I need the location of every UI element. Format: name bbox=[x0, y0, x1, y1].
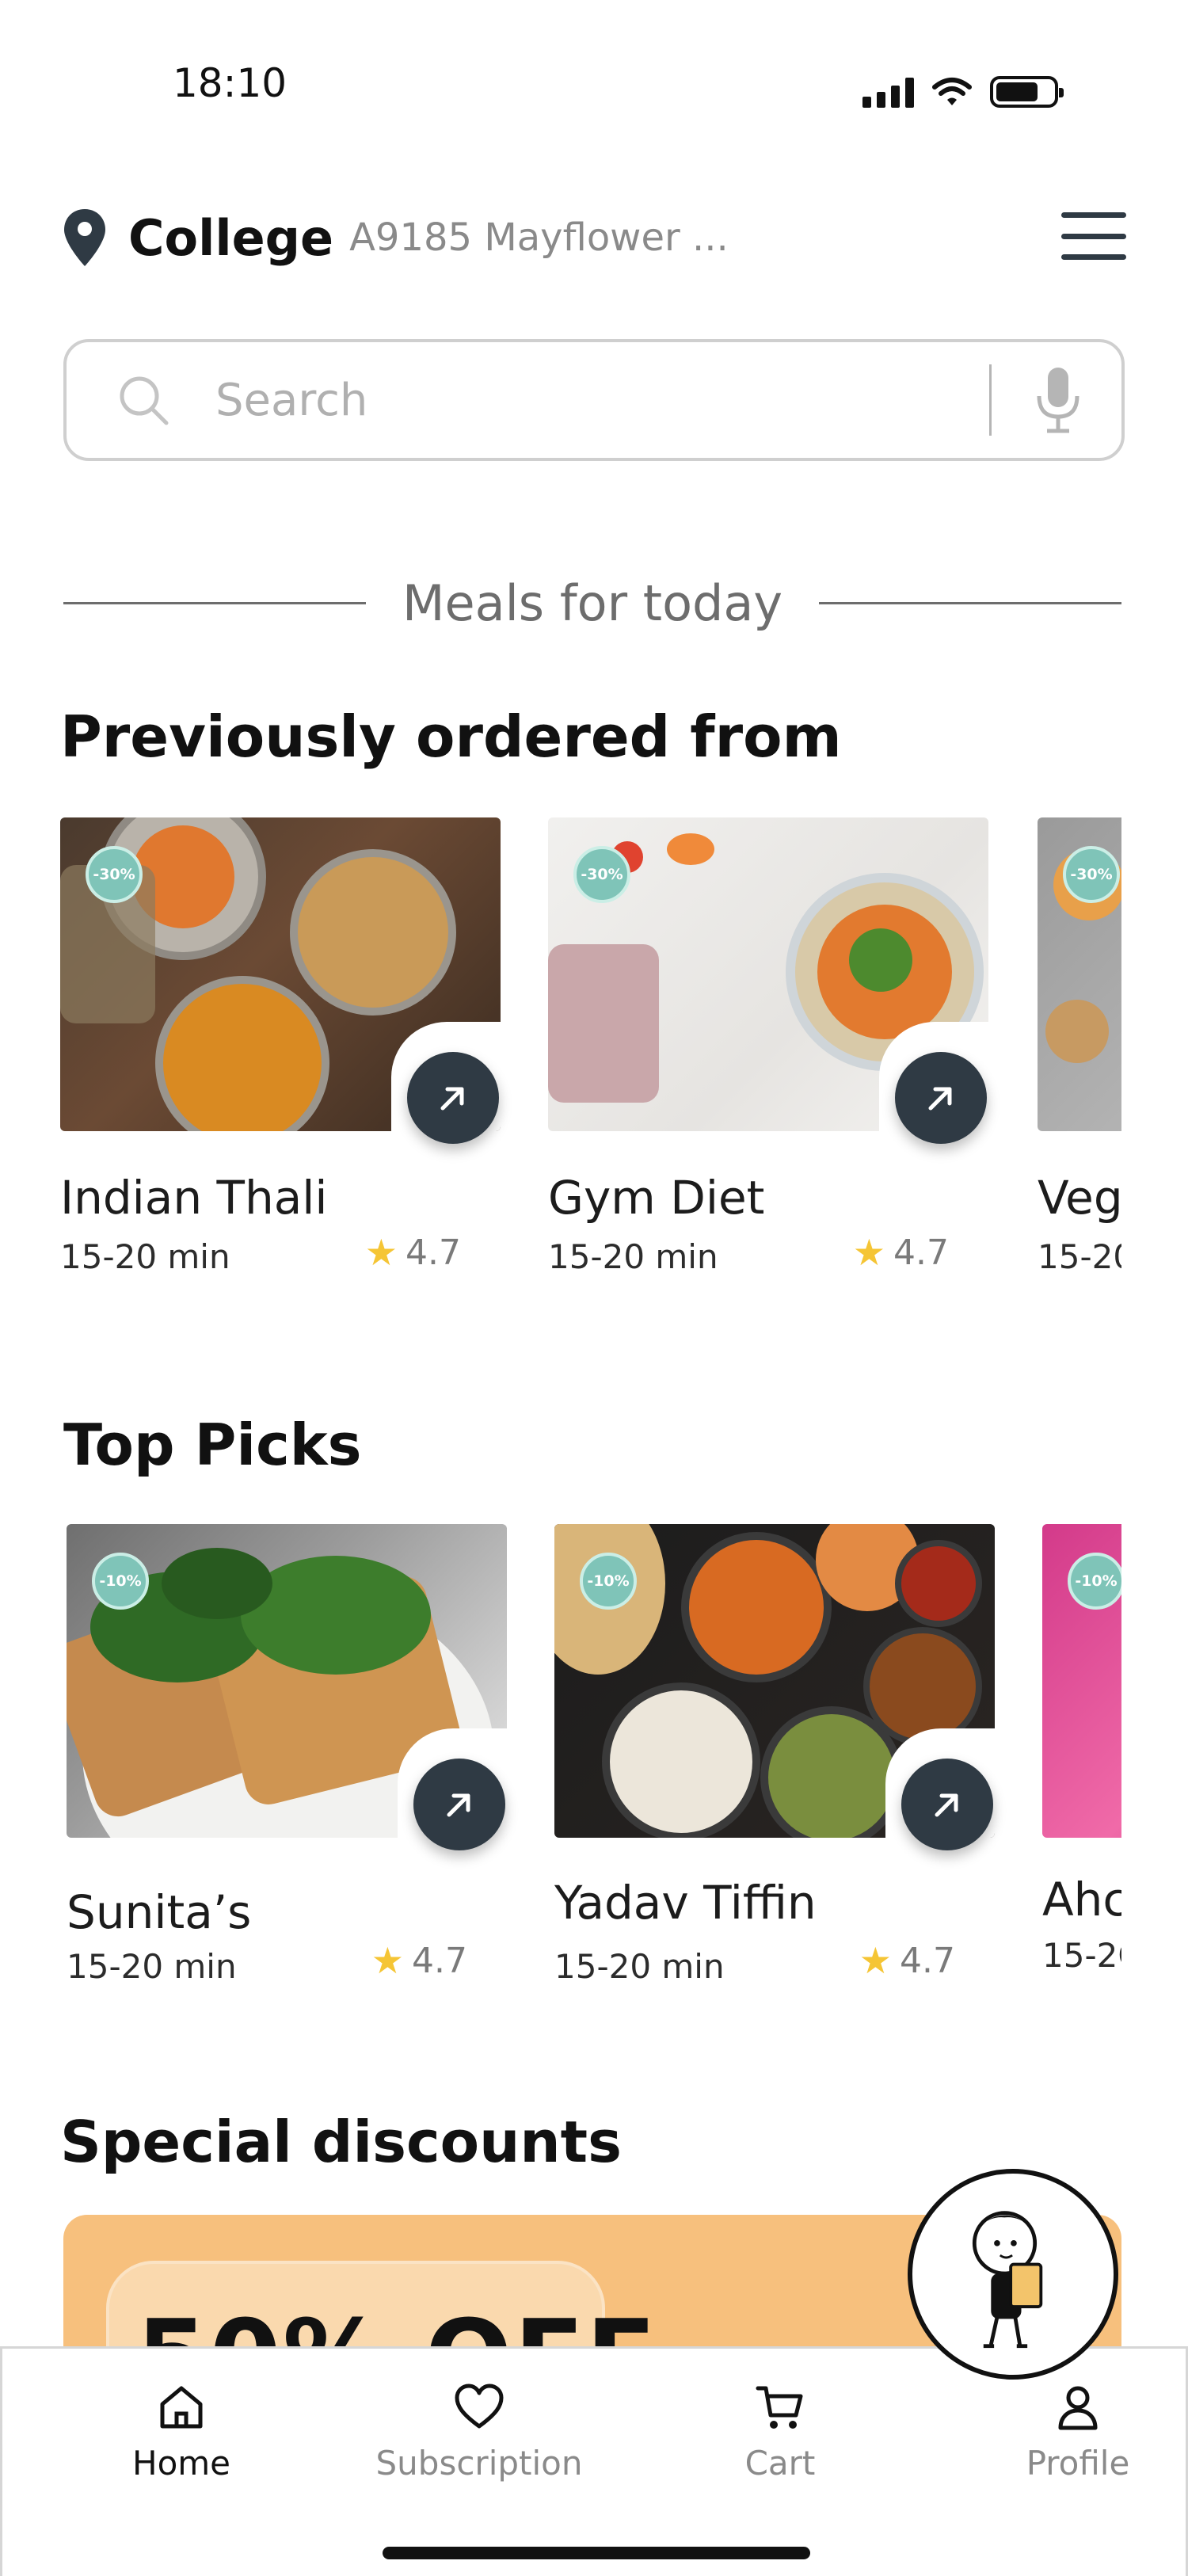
open-arrow-button[interactable] bbox=[901, 1759, 993, 1850]
home-icon bbox=[160, 2386, 203, 2429]
search-input[interactable] bbox=[215, 374, 989, 426]
heart-icon bbox=[455, 2384, 504, 2429]
restaurant-card[interactable]: -10% Sunita’s 15-20 min ★ 4.7 bbox=[67, 1524, 507, 1986]
nav-item-subscription[interactable]: Subscription bbox=[360, 2382, 598, 2483]
delivery-time: 15-20 bbox=[1038, 1237, 1121, 1276]
restaurant-name: Veg bbox=[1038, 1171, 1121, 1225]
rating-value: 4.7 bbox=[406, 1232, 461, 1273]
rating: ★ 4.7 bbox=[365, 1231, 461, 1274]
mascot-icon bbox=[972, 2211, 1043, 2349]
microphone-icon[interactable] bbox=[1026, 364, 1090, 436]
location-title: College bbox=[128, 208, 334, 267]
profile-icon bbox=[1058, 2386, 1098, 2430]
restaurant-card[interactable]: -30% Gym Diet 15-20 min ★ 4.7 bbox=[548, 817, 988, 1276]
search-bar bbox=[63, 339, 1125, 461]
delivery-time: 15-20 min bbox=[60, 1237, 230, 1276]
discount-badge: -30% bbox=[86, 846, 143, 903]
delivery-time: 15-20 min bbox=[548, 1237, 718, 1276]
nav-label-subscription: Subscription bbox=[375, 2444, 583, 2483]
location-selector[interactable]: College A9185 Mayflower ... bbox=[62, 208, 729, 268]
star-icon: ★ bbox=[364, 1231, 398, 1274]
nav-label-cart: Cart bbox=[744, 2444, 816, 2483]
hamburger-menu-icon[interactable] bbox=[1061, 212, 1126, 260]
nav-label-home: Home bbox=[131, 2444, 231, 2483]
food-image: -30% bbox=[1038, 817, 1121, 1131]
wifi-icon bbox=[932, 78, 972, 105]
rating: ★ 4.7 bbox=[859, 1939, 955, 1982]
arrow-up-right-icon bbox=[928, 1087, 952, 1111]
restaurant-name: Sunita’s bbox=[67, 1885, 252, 1939]
food-image: -10% bbox=[1042, 1524, 1121, 1838]
discount-badge: -30% bbox=[1063, 846, 1120, 903]
star-icon: ★ bbox=[859, 1939, 893, 1982]
delivery-time: 15-20 min bbox=[67, 1947, 237, 1986]
arrow-up-right-icon bbox=[447, 1793, 470, 1817]
nav-item-cart[interactable]: Cart bbox=[661, 2382, 899, 2483]
section-title-previously-ordered: Previously ordered from bbox=[60, 703, 842, 770]
nav-item-profile[interactable]: Profile bbox=[959, 2382, 1188, 2483]
restaurant-card-partial[interactable]: -10% Ahc 15-2C bbox=[1042, 1524, 1121, 1999]
delivery-time: 15-20 min bbox=[554, 1947, 725, 1986]
open-arrow-button[interactable] bbox=[407, 1052, 499, 1144]
search-divider bbox=[989, 364, 992, 436]
nav-label-profile: Profile bbox=[1026, 2444, 1130, 2483]
restaurant-name: Yadav Tiffin bbox=[554, 1876, 817, 1930]
restaurant-card-partial[interactable]: -30% Veg 15-20 bbox=[1038, 817, 1121, 1293]
rating-value: 4.7 bbox=[412, 1940, 467, 1981]
status-time: 18:10 bbox=[173, 60, 287, 106]
mascot-chat-button[interactable] bbox=[908, 2169, 1118, 2380]
restaurant-name: Indian Thali bbox=[60, 1171, 328, 1225]
search-icon bbox=[120, 376, 169, 425]
restaurant-card[interactable]: -10% Yadav Tiffin 15-20 min ★ 4.7 bbox=[554, 1524, 995, 1986]
status-icons bbox=[862, 76, 1064, 108]
arrow-up-right-icon bbox=[935, 1793, 958, 1817]
star-icon: ★ bbox=[371, 1939, 405, 1982]
meals-divider: Meals for today bbox=[63, 574, 1122, 632]
delivery-time: 15-2C bbox=[1042, 1936, 1121, 1975]
discount-badge: -30% bbox=[573, 846, 630, 903]
cart-icon bbox=[756, 2386, 803, 2429]
section-title-special-discounts: Special discounts bbox=[60, 2109, 622, 2175]
nav-item-home[interactable]: Home bbox=[63, 2382, 300, 2483]
signal-icon bbox=[862, 76, 914, 108]
star-icon: ★ bbox=[852, 1231, 886, 1274]
location-address: A9185 Mayflower ... bbox=[349, 215, 729, 260]
restaurant-name: Gym Diet bbox=[548, 1171, 765, 1225]
rating: ★ 4.7 bbox=[853, 1231, 949, 1274]
discount-badge: -10% bbox=[580, 1553, 637, 1610]
open-arrow-button[interactable] bbox=[895, 1052, 987, 1144]
restaurant-card[interactable]: -30% Indian Thali 15-20 min ★ 4.7 bbox=[60, 817, 501, 1276]
battery-icon bbox=[990, 76, 1064, 108]
open-arrow-button[interactable] bbox=[413, 1759, 505, 1850]
restaurant-name: Ahc bbox=[1042, 1873, 1121, 1926]
arrow-up-right-icon bbox=[440, 1087, 464, 1111]
meals-divider-label: Meals for today bbox=[402, 574, 783, 632]
rating-value: 4.7 bbox=[893, 1232, 949, 1273]
discount-badge: -10% bbox=[1068, 1553, 1121, 1610]
section-title-top-picks: Top Picks bbox=[63, 1412, 362, 1478]
rating: ★ 4.7 bbox=[371, 1939, 467, 1982]
location-pin-icon bbox=[64, 209, 105, 266]
discount-badge: -10% bbox=[92, 1553, 149, 1610]
bottom-navigation: Home Subscription Cart Profile bbox=[0, 2346, 1188, 2576]
rating-value: 4.7 bbox=[900, 1940, 955, 1981]
home-indicator bbox=[383, 2547, 810, 2559]
